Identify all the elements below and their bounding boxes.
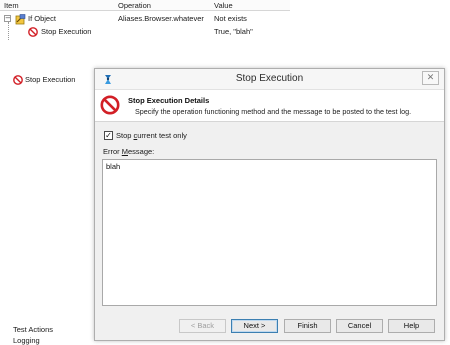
back-button[interactable]: < Back: [179, 319, 226, 333]
column-header-operation[interactable]: Operation: [118, 1, 151, 10]
grid-header: Item Operation Value: [0, 0, 290, 11]
tree-row-if-object[interactable]: − If Object Aliases.Browser.whatever Not…: [0, 13, 290, 25]
close-icon[interactable]: ✕: [422, 71, 439, 85]
if-object-icon: [15, 14, 26, 25]
dialog-titlebar[interactable]: Stop Execution ✕: [95, 69, 444, 90]
tree-item-value: True, "blah": [214, 27, 253, 36]
tree-row-stop-execution[interactable]: Stop Execution True, "blah": [0, 26, 290, 38]
checkbox-label-part: Stop: [116, 131, 134, 140]
category-logging[interactable]: Logging: [13, 336, 40, 345]
operation-stop-execution[interactable]: Stop Execution: [25, 75, 75, 84]
next-button[interactable]: Next >: [231, 319, 278, 333]
error-message-label: Error Message:: [103, 147, 154, 156]
error-message-input[interactable]: blah: [102, 159, 437, 306]
dialog-banner: Stop Execution Details Specify the opera…: [95, 90, 444, 122]
column-header-value[interactable]: Value: [214, 1, 233, 10]
stop-icon: [13, 75, 23, 85]
stop-execution-dialog: Stop Execution ✕ Stop Execution Details …: [94, 68, 445, 341]
stop-icon: [100, 95, 120, 115]
test-items-grid: Item Operation Value − If Object Aliases…: [0, 0, 290, 44]
category-test-actions[interactable]: Test Actions: [13, 325, 53, 334]
stop-current-test-checkbox[interactable]: ✓: [104, 131, 113, 140]
stop-current-test-label[interactable]: Stop current test only: [116, 131, 187, 140]
tree-item-label: Stop Execution: [41, 27, 92, 36]
column-header-item[interactable]: Item: [4, 1, 19, 10]
cancel-button[interactable]: Cancel: [336, 319, 383, 333]
help-button[interactable]: Help: [388, 319, 435, 333]
banner-subtitle: Specify the operation functioning method…: [135, 107, 412, 116]
banner-title: Stop Execution Details: [128, 96, 210, 105]
finish-button[interactable]: Finish: [284, 319, 331, 333]
collapse-toggle[interactable]: −: [4, 15, 11, 22]
error-label-part: Error: [103, 147, 122, 156]
checkbox-label-part: urrent test only: [137, 131, 187, 140]
error-label-part: essage:: [128, 147, 155, 156]
tree-item-label: If Object: [28, 14, 56, 23]
dialog-title: Stop Execution: [235, 73, 304, 84]
tree-item-value: Not exists: [214, 14, 247, 23]
tree-item-operation: Aliases.Browser.whatever: [118, 14, 204, 23]
stop-icon: [28, 27, 38, 37]
